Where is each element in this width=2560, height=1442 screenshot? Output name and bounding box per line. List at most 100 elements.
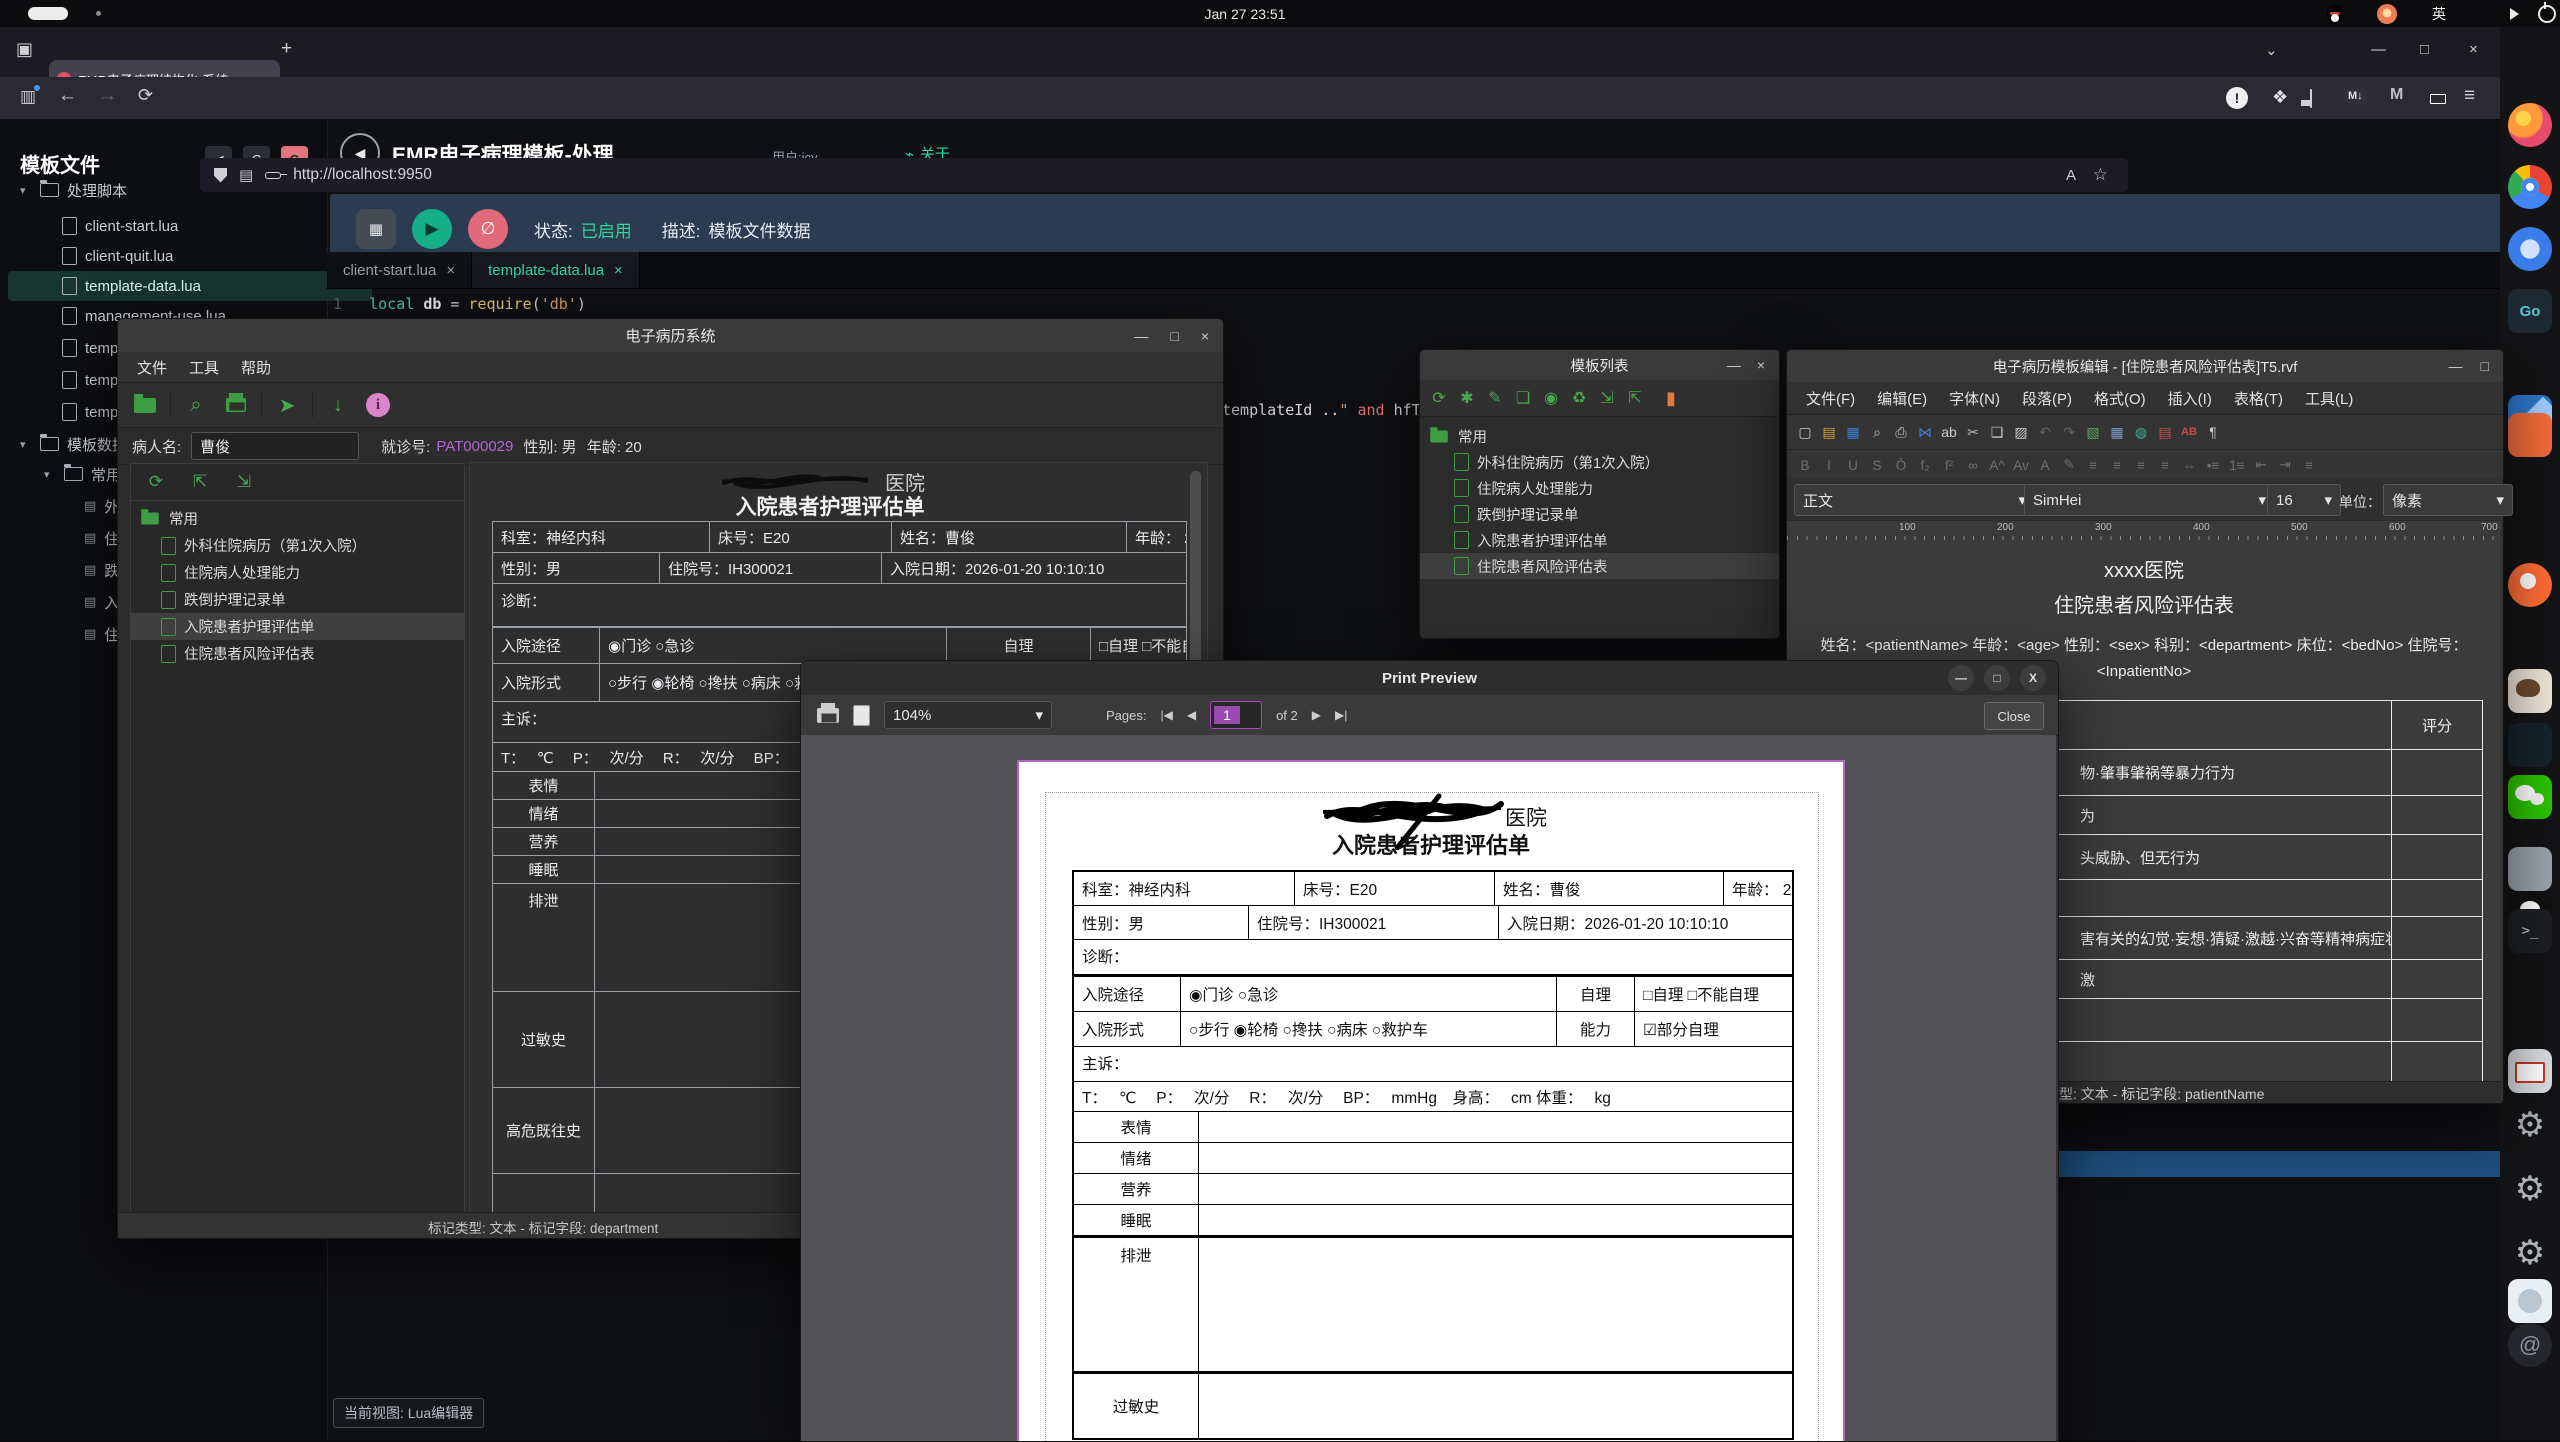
minimize-icon[interactable]: — [1948,665,1974,691]
toolbar-icon[interactable]: f² [1937,453,1961,477]
toolbar-icon[interactable]: B [1793,453,1817,477]
toolbar-icon[interactable]: ⋈ [1913,420,1937,444]
close-icon[interactable]: × [1201,328,1209,344]
extension-alert-icon[interactable]: ! [2226,87,2248,109]
menu-file[interactable]: 文件 [128,355,176,380]
collapse-all-icon[interactable]: ⇱ [185,467,215,497]
toolbar-icon[interactable]: ✂ [1961,420,1985,444]
tab-list-chevron-icon[interactable]: ⌄ [2265,41,2278,59]
reader-icon[interactable]: ▤ [239,166,253,184]
emr-titlebar[interactable]: 电子病历系统 — □ × [118,319,1223,352]
emr-tree-item-5[interactable]: 住院患者风险评估表 [131,640,464,667]
last-page-icon[interactable]: ▶| [1335,708,1347,722]
dock-icon-settings-gear-3[interactable]: ⚙ [2508,1231,2552,1275]
toolbar-icon[interactable]: Av [2009,453,2033,477]
toolbar-icon[interactable]: ▦ [1841,420,1865,444]
refresh-icon[interactable]: ⟳ [1426,383,1452,413]
toolbar-icon[interactable]: ↶ [2033,420,2057,444]
toolbar-icon[interactable]: •≡ [2201,453,2225,477]
delete-icon[interactable]: ♻ [1566,383,1592,413]
forward-icon[interactable]: → [98,85,117,107]
prev-page-icon[interactable]: ◀ [1187,708,1196,722]
toolbar-icon[interactable]: ▢ [1793,420,1817,444]
copy-icon[interactable]: ❏ [1510,383,1536,413]
toolbar-icon[interactable]: ⇤ [2249,453,2273,477]
close-icon[interactable]: × [2469,41,2478,58]
preview-icon[interactable]: ⌕ [181,390,211,420]
close-icon[interactable]: × [446,262,455,279]
save-icon[interactable]: ▮ [1658,383,1684,413]
template-list-titlebar[interactable]: 模板列表 — × [1420,350,1779,380]
print-icon[interactable] [817,708,839,723]
list-item-2[interactable]: 住院病人处理能力 [1420,475,1779,501]
editor-toolbar-main[interactable]: ▢▤▦⌕⎙⋈ab✂❏▨↶↷▧▦◍▤AB¶ [1787,415,2503,450]
care-checkboxes[interactable]: □自理 □不能自理 [1090,628,1186,663]
close-icon[interactable]: X [2020,665,2046,691]
maximize-icon[interactable]: □ [2481,358,2489,374]
dock-icon-grey-app[interactable] [2508,847,2552,891]
toolbar-icon[interactable]: U [1841,453,1865,477]
code-fragment[interactable]: templateId .." and hfTy [1222,401,1430,419]
bookmark-star-icon[interactable]: ☆ [2093,165,2108,185]
page-setup-icon[interactable] [853,705,870,726]
minimize-icon[interactable]: — [2449,358,2463,374]
toolbar-icon[interactable]: ≡ [2105,453,2129,477]
tree-group-scripts[interactable]: ▾ 处理脚本 [20,175,127,205]
route-radios[interactable]: ◉门诊 ○急诊 [599,628,946,663]
next-page-icon[interactable]: ▶ [1312,708,1321,722]
dock-icon-cyan-dev-tool[interactable] [2508,723,2552,767]
tree-file-temp3[interactable]: temp [62,397,118,427]
maximize-icon[interactable]: □ [2420,41,2429,58]
url-text[interactable]: http://localhost:9950 [293,166,432,184]
zoom-dropdown[interactable]: 104%▾ [884,701,1052,729]
translate-icon[interactable]: A [2066,167,2076,184]
tab-client-start[interactable]: client-start.lua× [327,252,472,288]
menu-insert[interactable]: 插入(I) [2159,386,2221,411]
close-icon[interactable]: × [1757,357,1765,373]
toolbar-icon[interactable]: ◍ [2129,420,2153,444]
print-preview-titlebar[interactable]: Print Preview — □ X [801,661,2058,695]
toolbar-icon[interactable]: I [1817,453,1841,477]
first-page-icon[interactable]: |◀ [1160,708,1172,722]
toolbar-icon[interactable]: AB [2177,420,2201,444]
toolbar-icon[interactable]: 1≡ [2225,453,2249,477]
toolbar-icon[interactable]: ⇔ [2177,453,2201,477]
toolbar-icon[interactable]: ≡ [2153,453,2177,477]
maximize-icon[interactable]: □ [1170,328,1178,344]
unit-dropdown[interactable]: 像素▾ [2383,484,2513,516]
toolbar-icon[interactable]: S [1865,453,1889,477]
minimize-icon[interactable]: — [1134,328,1148,344]
menu-paragraph[interactable]: 段落(P) [2013,386,2081,411]
size-dropdown[interactable]: 16▾ [2267,484,2341,516]
list-item-1[interactable]: 外科住院病历（第1次入院） [1420,449,1779,475]
sidebar-toggle-icon[interactable]: ▥ [20,87,36,107]
toolbar-icon[interactable]: Ō [1889,453,1913,477]
minimize-icon[interactable]: — [1727,357,1741,373]
print-icon[interactable] [221,390,251,420]
toolbar-icon[interactable]: ▤ [1817,420,1841,444]
run-button[interactable]: ▶ [412,209,452,249]
list-item-3[interactable]: 跌倒护理记录单 [1420,501,1779,527]
info-icon[interactable]: i [363,390,393,420]
tree-file-client-quit[interactable]: client-quit.lua [62,241,173,271]
list-item-4[interactable]: 入院患者护理评估单 [1420,527,1779,553]
reload-icon[interactable]: ⟳ [138,85,153,106]
picture-in-picture-icon[interactable] [2310,89,2312,108]
dock-icon-settings-gear-2[interactable]: ⚙ [2508,1167,2552,1211]
page-number-input[interactable]: 1 [1210,701,1262,729]
input-method-indicator[interactable]: 英 [2428,3,2450,25]
dock-icon-wechat[interactable] [2508,775,2552,819]
toolbar-icon[interactable]: ¶ [2201,420,2225,444]
toolbar-icon[interactable]: ▧ [2081,420,2105,444]
cat-app-tray-icon[interactable] [2376,3,2398,25]
toolbar-icon[interactable]: ▤ [2153,420,2177,444]
editor-toolbar-format[interactable]: BIUSŌf₂f²∞A^AvA✎≡≡≡≡⇔•≡1≡⇤⇥≡ [1787,450,2503,481]
qq-tray-icon[interactable] [2324,3,2346,25]
toolbar-icon[interactable]: ↷ [2057,420,2081,444]
dock-icon-postman[interactable] [2508,563,2552,607]
collapse-all-icon[interactable]: ⇱ [1622,383,1648,413]
toolbar-icon[interactable]: ❏ [1985,420,2009,444]
dock-icon-orange-tool[interactable] [2508,413,2552,457]
tree-file-temp2[interactable]: temp [62,365,118,395]
puzzle-extension-icon[interactable]: ❖ [2272,87,2288,108]
